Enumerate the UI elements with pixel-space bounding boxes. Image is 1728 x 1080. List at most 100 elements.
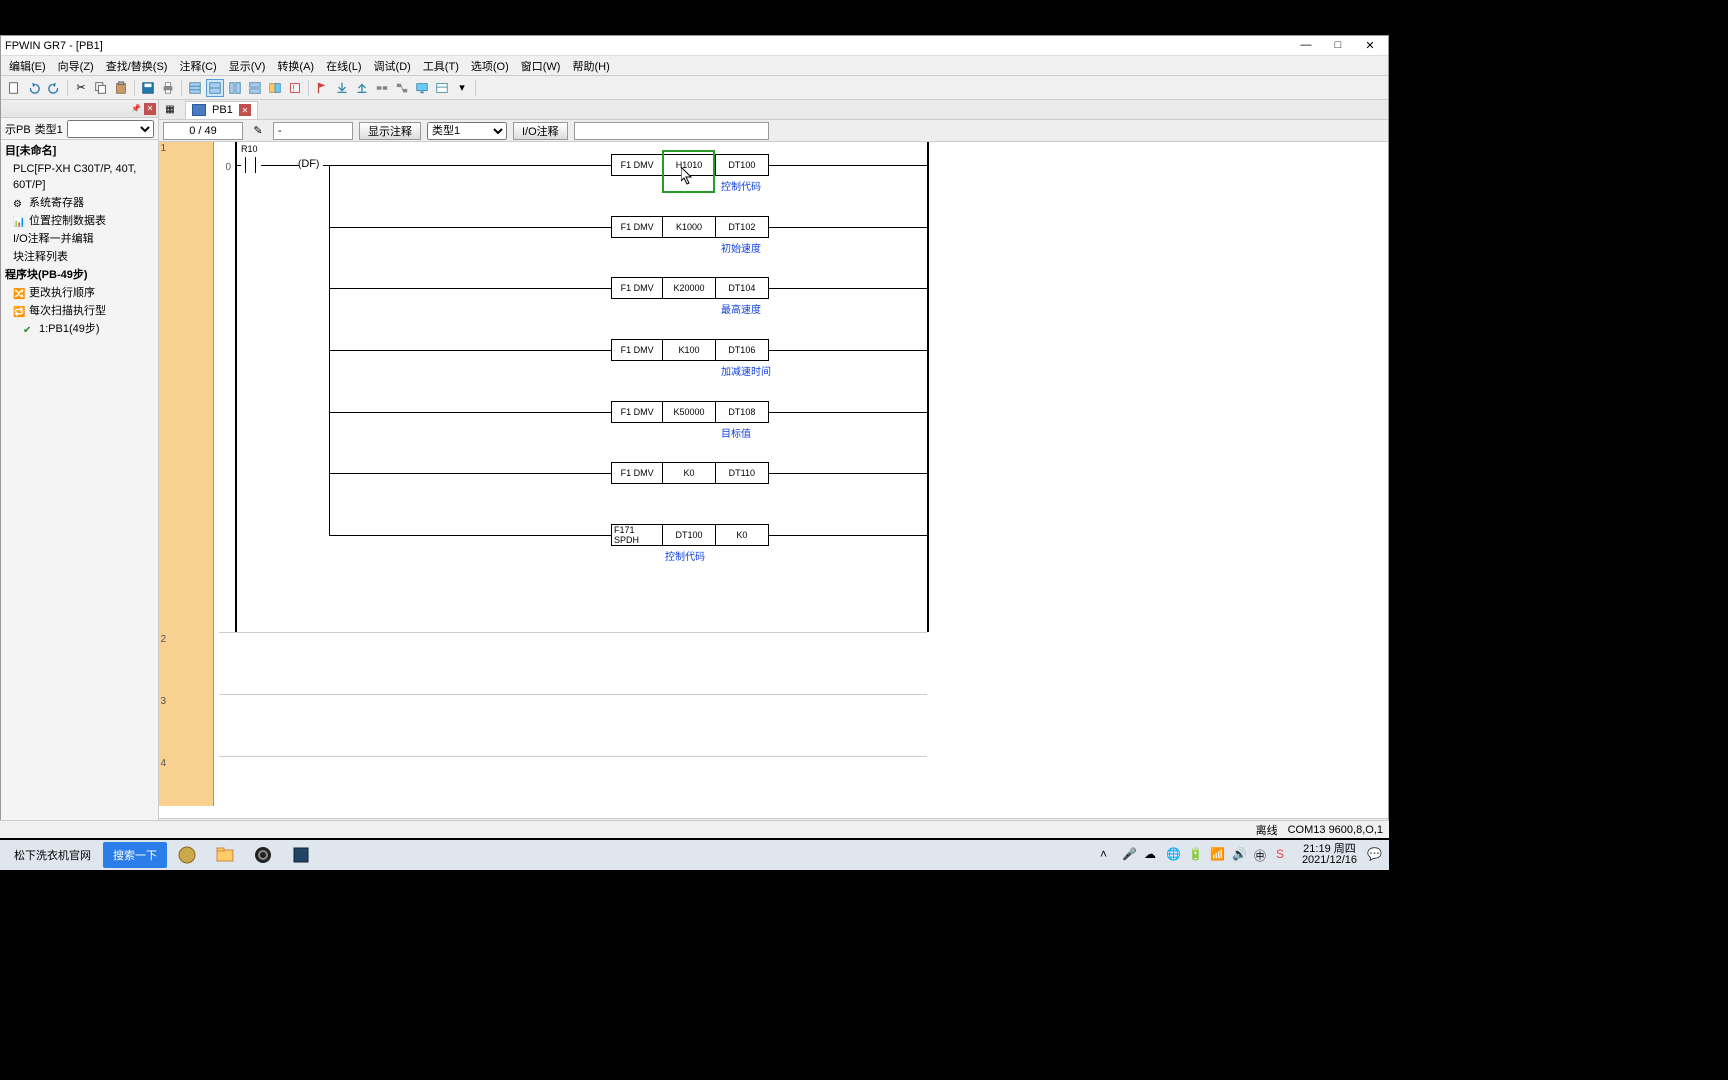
instruction-box[interactable]: F1 DMVK50000DT108 (611, 401, 769, 423)
tb-flag-icon[interactable] (313, 79, 331, 97)
tb-copy-icon[interactable] (92, 79, 110, 97)
io-comment-button[interactable]: I/O注释 (513, 122, 568, 140)
tb-print-icon[interactable] (159, 79, 177, 97)
tray-ime-icon[interactable]: ㊥ (1254, 847, 1270, 863)
tree-scantype[interactable]: 🔁每次扫描执行型 (3, 302, 156, 320)
tb-new-icon[interactable] (5, 79, 23, 97)
panel-header: 📌 ✕ (1, 100, 158, 118)
pin-icon[interactable]: 📌 (130, 103, 142, 115)
tray-notification-icon[interactable]: 💬 (1367, 847, 1383, 863)
tray-battery-icon[interactable]: 🔋 (1188, 847, 1204, 863)
tb-ladder1-icon[interactable] (186, 79, 204, 97)
tray-onedrive-icon[interactable]: ☁ (1144, 847, 1160, 863)
instruction-comment: 加减速时间 (721, 363, 771, 378)
menu-convert[interactable]: 转换(A) (271, 58, 320, 74)
panel-close-icon[interactable]: ✕ (144, 103, 156, 115)
instruction-box[interactable]: F1 DMVK100DT106 (611, 339, 769, 361)
instruction-box[interactable]: F1 DMVK1000DT102 (611, 216, 769, 238)
tb-link1-icon[interactable] (373, 79, 391, 97)
menu-view[interactable]: 显示(V) (223, 58, 272, 74)
tray-wifi-icon[interactable]: 📶 (1210, 847, 1226, 863)
system-tray: ˄ 🎤 ☁ 🌐 🔋 📶 🔊 ㊥ S 21:19 周四 2021/12/16 💬 (1094, 840, 1389, 870)
menu-edit[interactable]: 编辑(E) (3, 58, 52, 74)
tb-ladder4-icon[interactable] (246, 79, 264, 97)
menu-online[interactable]: 在线(L) (320, 58, 367, 74)
tb-link2-icon[interactable] (393, 79, 411, 97)
tb-watch-icon[interactable] (433, 79, 451, 97)
tb-paste-icon[interactable] (112, 79, 130, 97)
taskbar-item-browser[interactable]: 松下洗衣机官网 (4, 842, 101, 868)
menu-window[interactable]: 窗口(W) (515, 58, 567, 74)
gear-icon: ⚙ (13, 197, 25, 209)
menu-comment[interactable]: 注释(C) (173, 58, 222, 74)
wire (769, 165, 927, 166)
address-field[interactable]: - (273, 122, 353, 140)
tb-check-icon[interactable]: ! (286, 79, 304, 97)
document-tabs: ▦ PB1 ✕ (159, 100, 1388, 120)
menu-options[interactable]: 选项(O) (465, 58, 515, 74)
df-instruction[interactable]: (DF) (298, 158, 319, 170)
minimize-button[interactable]: — (1296, 39, 1316, 52)
tab-pb1[interactable]: PB1 ✕ (185, 101, 258, 119)
instruction-cell: K1000 (663, 217, 715, 237)
tb-drop-icon[interactable]: ▾ (453, 79, 471, 97)
comment-type-select[interactable]: 类型1 (427, 122, 507, 140)
taskbar-obs-icon[interactable] (245, 842, 281, 868)
instruction-box[interactable]: F1 DMVK0DT110 (611, 462, 769, 484)
tb-undo-icon[interactable] (25, 79, 43, 97)
taskbar-explorer-icon[interactable] (207, 842, 243, 868)
tree-blockcomment[interactable]: 块注释列表 (3, 248, 156, 266)
maximize-button[interactable]: □ (1328, 39, 1348, 52)
tb-download-icon[interactable] (333, 79, 351, 97)
project-root[interactable]: 目[未命名] (3, 142, 156, 160)
instruction-box[interactable]: F1 DMVK20000DT104 (611, 277, 769, 299)
step-counter: 0 / 49 (163, 122, 243, 140)
instruction-box[interactable]: F171 SPDHDT100K0 (611, 524, 769, 546)
menu-wizard[interactable]: 向导(Z) (52, 58, 100, 74)
plc-model-node[interactable]: PLC[FP-XH C30T/P, 40T, 60T/P] (3, 160, 156, 194)
show-comment-button[interactable]: 显示注释 (359, 122, 421, 140)
tab-close-icon[interactable]: ✕ (239, 104, 251, 116)
instruction-cell: F1 DMV (612, 463, 663, 483)
clock[interactable]: 21:19 周四 2021/12/16 (1298, 844, 1361, 866)
menu-tools[interactable]: 工具(T) (417, 58, 465, 74)
menu-help[interactable]: 帮助(H) (566, 58, 615, 74)
tb-redo-icon[interactable] (45, 79, 63, 97)
tb-monitor-icon[interactable] (413, 79, 431, 97)
menu-debug[interactable]: 调试(D) (368, 58, 417, 74)
tb-upload-icon[interactable] (353, 79, 371, 97)
tree-progblock[interactable]: 程序块(PB-49步) (3, 266, 156, 284)
tree-sysreg[interactable]: ⚙系统寄存器 (3, 194, 156, 212)
tray-net-icon[interactable]: 🌐 (1166, 847, 1182, 863)
tray-vol-icon[interactable]: 🔊 (1232, 847, 1248, 863)
tree-iocomment[interactable]: I/O注释一并编辑 (3, 230, 156, 248)
taskbar-app2-icon[interactable] (283, 842, 319, 868)
taskbar-item-search[interactable]: 搜索一下 (103, 842, 167, 868)
instruction-comment: 目标值 (721, 425, 751, 440)
tb-save-icon[interactable] (139, 79, 157, 97)
window-title: FPWIN GR7 - [PB1] (5, 40, 1296, 52)
instruction-cell: K0 (663, 463, 715, 483)
tb-sep (134, 80, 135, 96)
tree-posctrl[interactable]: 📊位置控制数据表 (3, 212, 156, 230)
tray-sogou-icon[interactable]: S (1276, 847, 1292, 863)
menu-find[interactable]: 查找/替换(S) (100, 58, 174, 74)
tray-mic-icon[interactable]: 🎤 (1122, 847, 1138, 863)
tab-list-icon[interactable]: ▦ (163, 103, 177, 117)
table-icon: 📊 (13, 215, 25, 227)
close-button[interactable]: ✕ (1360, 39, 1380, 52)
tree-execorder[interactable]: 🔀更改执行顺序 (3, 284, 156, 302)
tb-ladder2-icon[interactable] (206, 79, 224, 97)
tree-pb1[interactable]: ✔1:PB1(49步) (3, 320, 156, 338)
tb-cut-icon[interactable]: ✂ (72, 79, 90, 97)
tray-up-icon[interactable]: ˄ (1100, 847, 1116, 863)
comment-field[interactable] (574, 122, 769, 140)
taskbar-app1-icon[interactable] (169, 842, 205, 868)
instruction-box[interactable]: F1 DMVH1010DT100 (611, 154, 769, 176)
tb-convert-icon[interactable] (266, 79, 284, 97)
contact-r10[interactable] (239, 157, 263, 173)
tb-ladder3-icon[interactable] (226, 79, 244, 97)
edit-mode-icon[interactable]: ✎ (249, 122, 267, 140)
type-select[interactable] (67, 120, 154, 138)
ladder-editor[interactable]: 1 0 R10 (DF) (159, 142, 1388, 818)
